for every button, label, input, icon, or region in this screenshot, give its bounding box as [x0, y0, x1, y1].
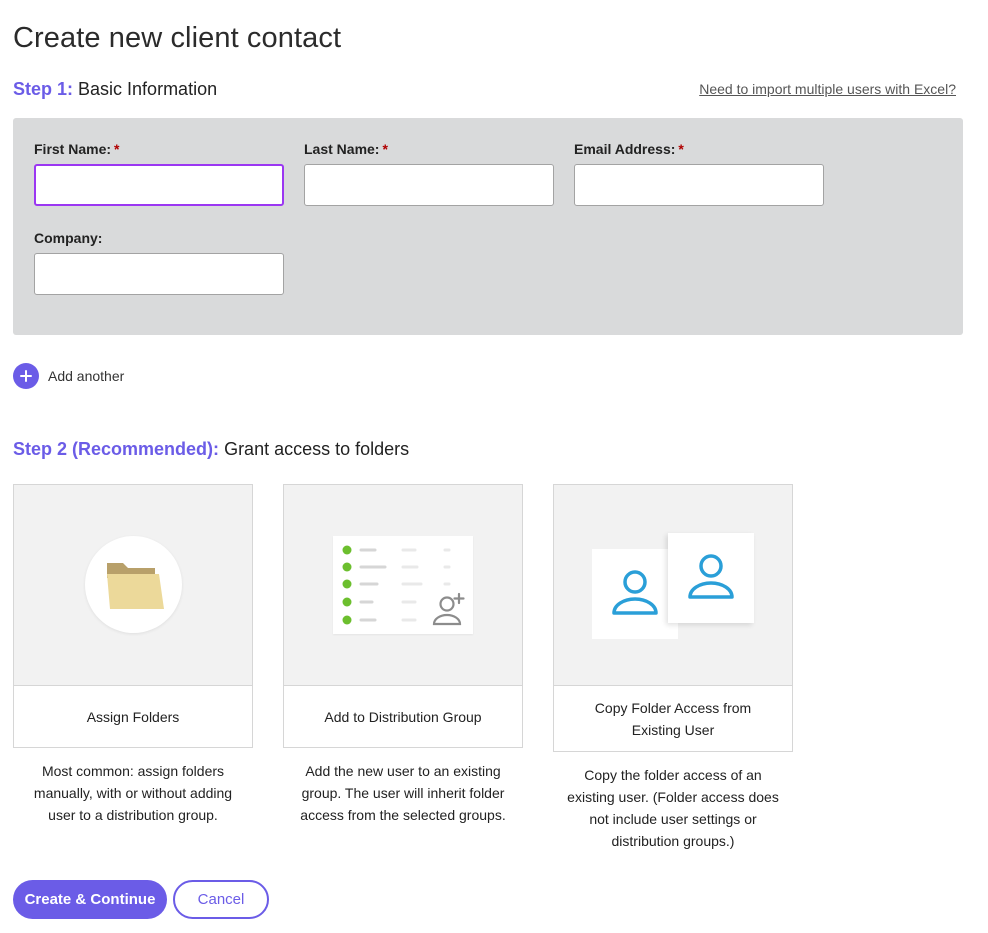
add-another-label: Add another [48, 368, 125, 384]
company-label: Company: [34, 230, 103, 246]
first-name-label: First Name: * [34, 141, 120, 157]
assign-folders-description: Most common: assign folders manually, wi… [33, 763, 233, 823]
distribution-group-illustration [283, 484, 523, 686]
last-name-input[interactable] [304, 164, 554, 206]
last-name-field-group: Last Name: * [304, 141, 554, 206]
basic-info-form: First Name: * Last Name: * Email Address: *… [13, 118, 963, 335]
user-list-icon [333, 536, 473, 634]
user-icon [592, 549, 678, 639]
copy-access-illustration [553, 484, 793, 686]
required-mark: * [114, 141, 120, 157]
company-input[interactable] [34, 253, 284, 295]
email-label: Email Address: * [574, 141, 684, 157]
step1-prefix: Step 1: [13, 79, 74, 99]
required-mark: * [382, 141, 388, 157]
first-name-field-group: First Name: * [34, 141, 284, 206]
step2-title: Grant access to folders [224, 439, 410, 459]
folder-icon [85, 536, 182, 633]
step2-heading: Step 2 (Recommended): Grant access to fo… [13, 439, 409, 460]
step2-prefix: Step 2 (Recommended): [13, 439, 220, 459]
assign-folders-illustration [13, 484, 253, 686]
distribution-group-description: Add the new user to an existing group. T… [300, 763, 506, 823]
copy-access-card[interactable]: Copy Folder Access from Existing User Co… [553, 484, 793, 852]
email-input[interactable] [574, 164, 824, 206]
cancel-button[interactable]: Cancel [173, 880, 269, 919]
step1-heading: Step 1: Basic Information [13, 79, 217, 100]
import-excel-link[interactable]: Need to import multiple users with Excel… [699, 81, 956, 97]
page-title: Create new client contact [13, 22, 342, 54]
assign-folders-card[interactable]: Assign Folders Most common: assign folde… [13, 484, 253, 826]
assign-folders-title: Assign Folders [13, 686, 253, 748]
first-name-input[interactable] [34, 164, 284, 206]
copy-access-description: Copy the folder access of an existing us… [567, 767, 779, 849]
last-name-label: Last Name: * [304, 141, 388, 157]
add-user-icon [432, 592, 465, 626]
email-field-group: Email Address: * [574, 141, 824, 206]
add-another-button[interactable]: Add another [13, 363, 124, 389]
required-mark: * [678, 141, 684, 157]
plus-icon [13, 363, 39, 389]
company-field-group: Company: [34, 230, 284, 295]
distribution-group-title: Add to Distribution Group [283, 686, 523, 748]
user-icon [668, 533, 754, 623]
distribution-group-card[interactable]: Add to Distribution Group Add the new us… [283, 484, 523, 826]
create-continue-button[interactable]: Create & Continue [13, 880, 167, 919]
step1-title: Basic Information [78, 79, 218, 99]
copy-access-title: Copy Folder Access from Existing User [553, 686, 793, 752]
